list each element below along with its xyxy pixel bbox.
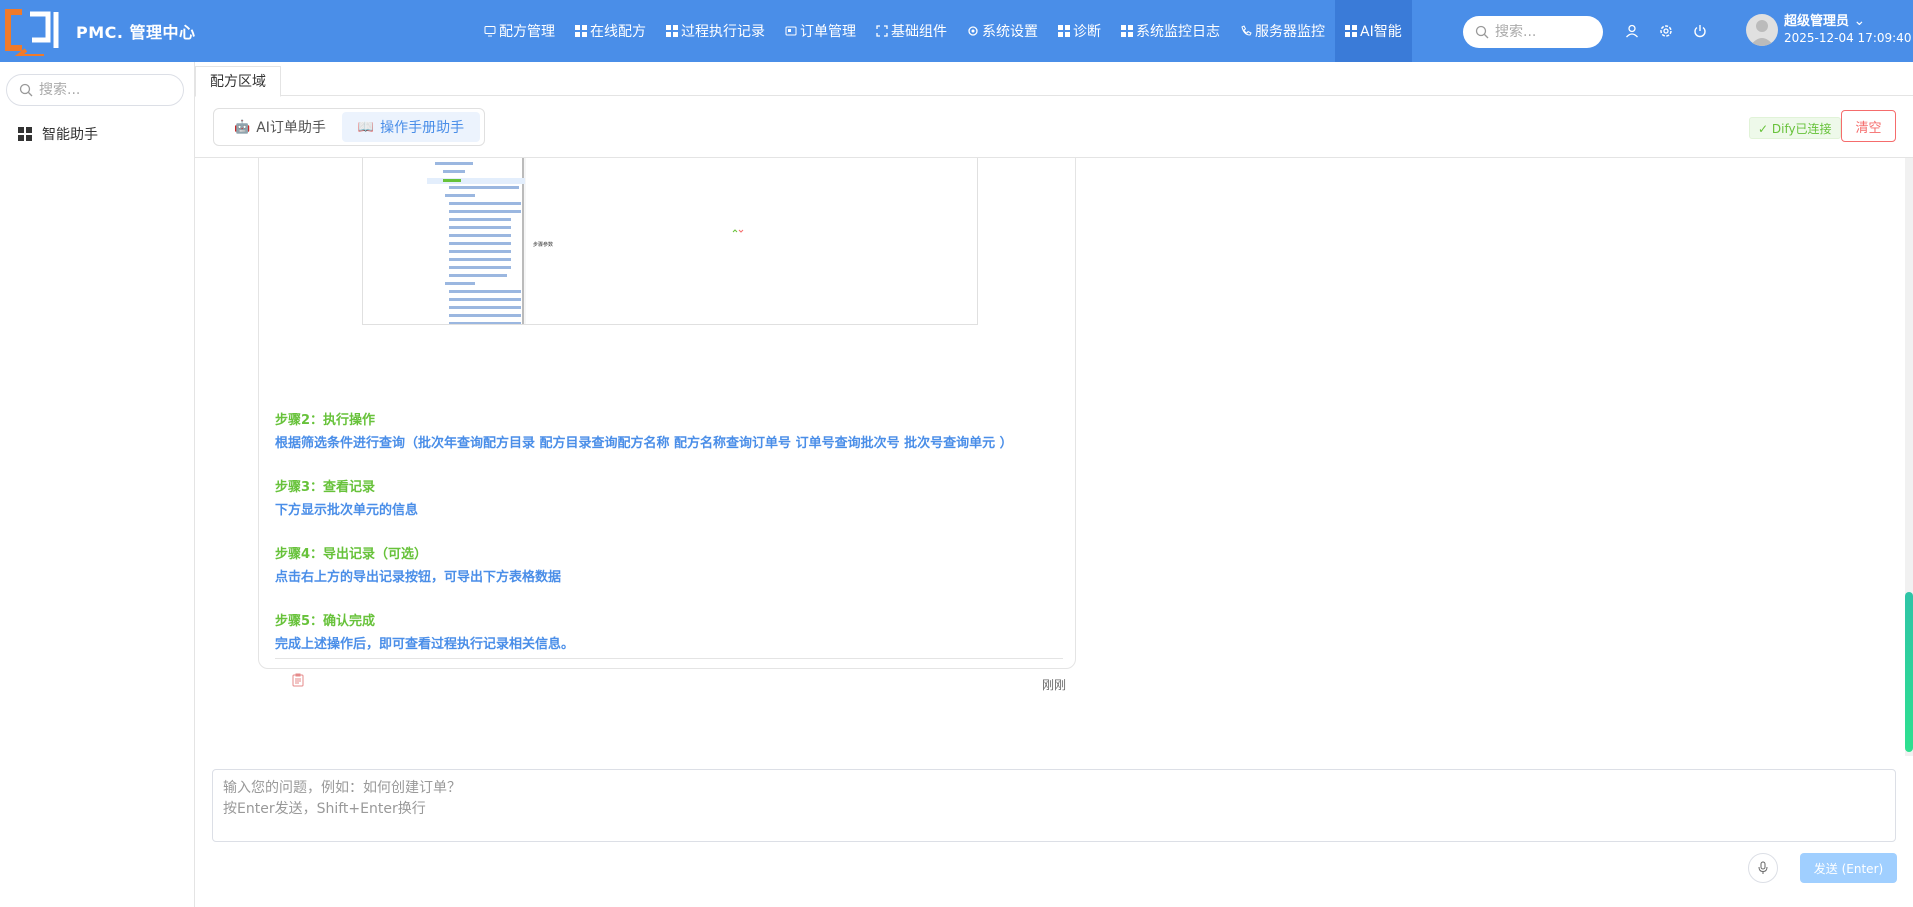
nav-item-monitor-logs[interactable]: 系统监控日志 — [1111, 0, 1230, 62]
top-search-input[interactable] — [1495, 24, 1595, 40]
message-divider — [275, 658, 1063, 659]
grid-icon — [1058, 25, 1070, 37]
screenshot-label: 步骤参数 — [533, 241, 553, 248]
nav-item-ai[interactable]: AI智能 — [1335, 0, 1412, 62]
microphone-button[interactable] — [1748, 853, 1778, 883]
fullscreen-icon — [876, 25, 888, 37]
avatar — [1746, 14, 1778, 46]
top-search — [1463, 16, 1603, 48]
step-2-desc: 根据筛选条件进行查询（批次年查询配方目录 配方目录查询配方名称 配方名称查询订单… — [275, 436, 1013, 451]
sidebar-search-input[interactable] — [39, 82, 169, 98]
step-3-desc: 下方显示批次单元的信息 — [275, 503, 419, 518]
tree-screenshot-image: 步骤参数 — [363, 158, 977, 324]
assistant-tabs: 🤖 AI订单助手 📖 操作手册助手 — [213, 108, 486, 146]
app-logo — [4, 6, 66, 58]
user-info: 超级管理员 ⌄ 2025-12-04 17:09:40 — [1784, 13, 1911, 47]
tab-label: AI订单助手 — [256, 120, 326, 136]
message-time: 刚刚 — [1042, 678, 1067, 692]
nav-label: 在线配方 — [590, 24, 646, 40]
nav-item-process-records[interactable]: 过程执行记录 — [656, 0, 775, 62]
nav-label: 诊断 — [1073, 24, 1101, 40]
step-4-title: 步骤4：导出记录（可选） — [275, 547, 428, 562]
user-menu[interactable]: 超级管理员 ⌄ 2025-12-04 17:09:40 — [1746, 13, 1911, 47]
grid-icon — [666, 25, 678, 37]
power-icon[interactable] — [1690, 21, 1710, 41]
user-icon[interactable] — [1622, 21, 1642, 41]
copy-icon[interactable] — [292, 673, 304, 687]
nav-item-recipe-management[interactable]: 配方管理 — [474, 0, 565, 62]
sidebar-item-label: 智能助手 — [42, 127, 98, 143]
gear-icon — [968, 26, 978, 36]
nav-item-order-management[interactable]: 订单管理 — [775, 0, 866, 62]
phone-icon — [1241, 25, 1252, 36]
tab-label: 操作手册助手 — [380, 120, 465, 136]
step-5-title: 步骤5：确认完成 — [275, 614, 376, 629]
question-input[interactable] — [212, 769, 1896, 842]
nav-label: 配方管理 — [499, 24, 555, 40]
current-datetime: 2025-12-04 17:09:40 — [1784, 31, 1912, 45]
settings-icon[interactable] — [1656, 21, 1676, 41]
app-title: PMC. 管理中心 — [76, 23, 196, 42]
manual-screenshot: 步骤参数 — [362, 158, 978, 325]
chat-area: 步骤参数 步骤2：执行操作 根据筛选条件进行查询（批次年查询配方目录 配方目录查… — [195, 158, 1913, 756]
book-icon: 📖 — [357, 119, 375, 135]
step-4-desc: 点击右上方的导出记录按钮，可导出下方表格数据 — [275, 570, 562, 585]
step-3-title: 步骤3：查看记录 — [275, 480, 376, 495]
grid-icon — [1121, 25, 1133, 37]
top-bar: PMC. 管理中心 配方管理 在线配方 过程执行记录 订单管理 基础组件 系统设… — [0, 0, 1913, 62]
nav-label: 服务器监控 — [1255, 24, 1325, 40]
panel-header: 🤖 AI订单助手 📖 操作手册助手 ✓ Dify已连接 清空 — [195, 96, 1913, 158]
step-2-title: 步骤2：执行操作 — [275, 413, 376, 428]
microphone-icon — [1758, 861, 1768, 874]
nav-label: 基础组件 — [891, 24, 947, 40]
scrollbar-thumb[interactable] — [1905, 592, 1913, 752]
robot-icon: 🤖 — [234, 119, 251, 135]
connection-status-badge: ✓ Dify已连接 — [1749, 117, 1841, 139]
nav-item-base-components[interactable]: 基础组件 — [866, 0, 957, 62]
user-name-row: 超级管理员 ⌄ — [1784, 13, 1911, 30]
brand[interactable]: PMC. 管理中心 — [0, 0, 230, 62]
nav-label: 系统设置 — [982, 24, 1038, 40]
tab-ai-order-assistant[interactable]: 🤖 AI订单助手 — [218, 112, 342, 142]
clear-button[interactable]: 清空 — [1841, 110, 1896, 142]
nav-label: 系统监控日志 — [1136, 24, 1220, 40]
monitor-icon — [484, 26, 496, 37]
nav-item-server-monitor[interactable]: 服务器监控 — [1230, 0, 1335, 62]
card-icon — [785, 26, 797, 36]
nav-item-diagnosis[interactable]: 诊断 — [1048, 0, 1111, 62]
grid-icon — [575, 25, 587, 37]
user-name: 超级管理员 — [1784, 14, 1850, 29]
nav-item-system-settings[interactable]: 系统设置 — [957, 0, 1048, 62]
sidebar-search — [6, 74, 184, 106]
step-5-desc: 完成上述操作后，即可查看过程执行记录相关信息。 — [275, 637, 575, 652]
grid-icon — [18, 127, 32, 141]
nav-label: 订单管理 — [800, 24, 856, 40]
nav-label: 过程执行记录 — [681, 24, 765, 40]
search-icon — [19, 83, 33, 97]
assistant-message: 步骤参数 — [258, 158, 1076, 669]
chevron-down-icon: ⌄ — [1853, 13, 1866, 29]
nav-label: AI智能 — [1360, 24, 1402, 40]
send-button[interactable]: 发送 (Enter) — [1800, 853, 1897, 883]
search-icon — [1475, 25, 1489, 39]
tab-recipe-area[interactable]: 配方区域 — [195, 66, 281, 97]
top-icons — [1622, 0, 1710, 62]
sidebar-item-smart-assistant[interactable]: 智能助手 — [18, 124, 98, 144]
tab-manual-assistant[interactable]: 📖 操作手册助手 — [341, 112, 481, 142]
main-nav: 配方管理 在线配方 过程执行记录 订单管理 基础组件 系统设置 诊断 系统监控日… — [474, 0, 1412, 62]
grid-icon — [1345, 25, 1357, 37]
tab-bar: 配方区域 — [195, 66, 1913, 97]
sidebar: 智能助手 — [0, 62, 195, 907]
nav-item-online-recipe[interactable]: 在线配方 — [565, 0, 656, 62]
